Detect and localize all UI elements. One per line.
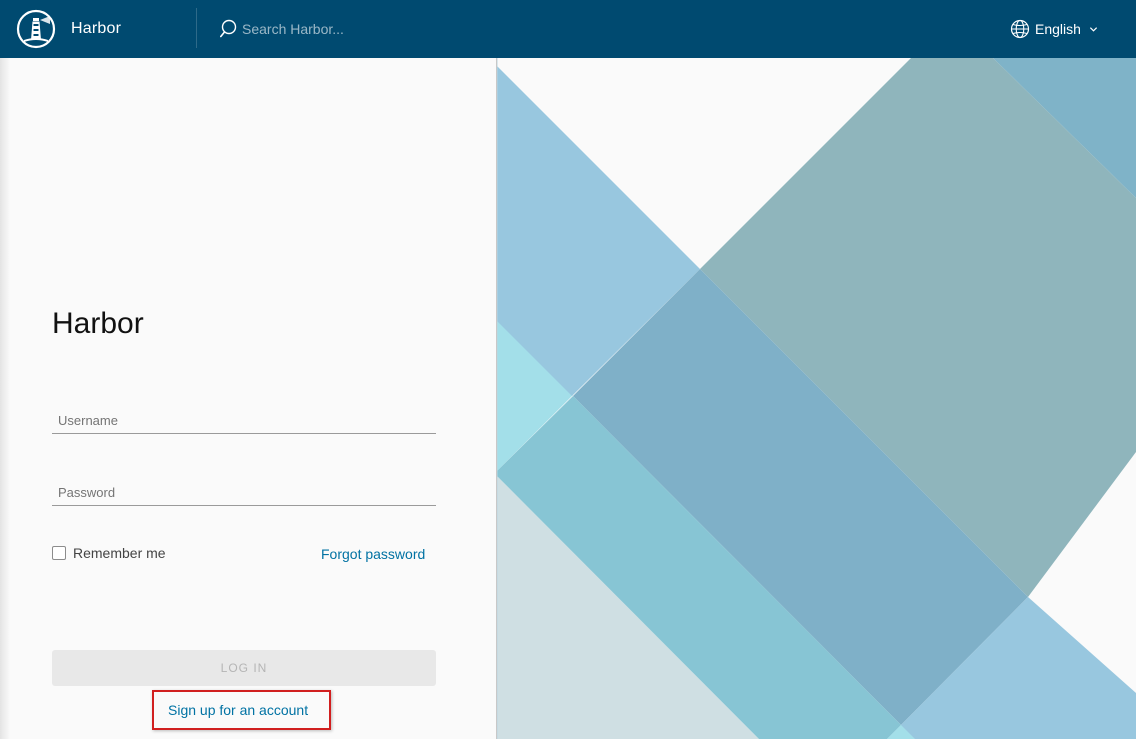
login-panel xyxy=(0,58,496,739)
globe-icon xyxy=(1010,19,1030,39)
password-field[interactable] xyxy=(52,480,436,506)
forgot-password-link[interactable]: Forgot password xyxy=(321,546,425,562)
artwork-graphic xyxy=(497,58,1136,739)
language-label: English xyxy=(1035,21,1081,37)
panel-shadow xyxy=(0,58,10,739)
remember-me-label: Remember me xyxy=(73,545,166,561)
remember-me-checkbox[interactable]: Remember me xyxy=(52,545,166,561)
brand[interactable]: Harbor xyxy=(16,8,121,50)
chevron-down-icon xyxy=(1089,26,1097,32)
header-divider xyxy=(196,8,197,48)
login-button[interactable]: LOG IN xyxy=(52,650,436,686)
language-selector[interactable]: English xyxy=(1010,17,1098,41)
login-title: Harbor xyxy=(52,307,144,340)
checkbox-box[interactable] xyxy=(52,546,66,560)
username-field[interactable] xyxy=(52,408,436,434)
top-header: Harbor English xyxy=(0,0,1136,58)
harbor-logo-icon xyxy=(16,9,56,49)
search-icon xyxy=(220,19,237,38)
brand-title: Harbor xyxy=(71,20,122,37)
global-search[interactable] xyxy=(220,17,462,41)
signup-link[interactable]: Sign up for an account xyxy=(168,702,308,718)
decorative-artwork xyxy=(497,58,1136,739)
search-input[interactable] xyxy=(240,21,462,37)
